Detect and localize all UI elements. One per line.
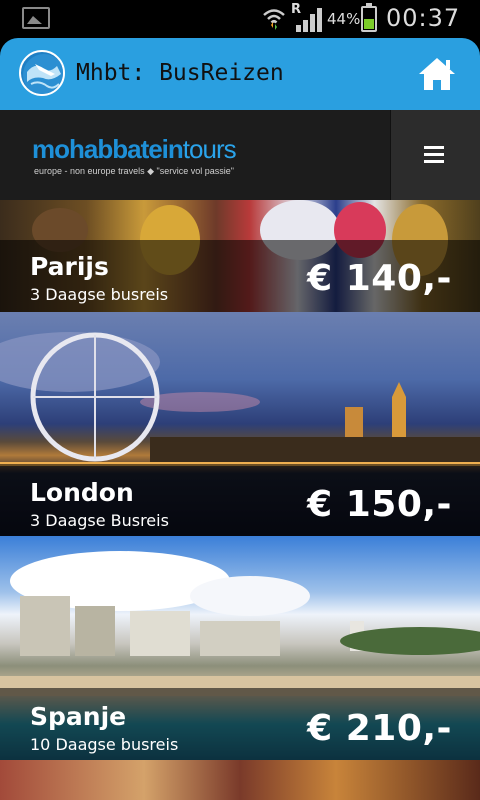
tour-card-parijs[interactable]: Parijs 3 Daagse busreis € 140,-	[0, 200, 480, 312]
action-bar: Mhbt: BusReizen	[0, 38, 480, 110]
tour-name: London	[30, 478, 134, 507]
tour-subtitle: 3 Daagse Busreis	[30, 511, 169, 530]
brand-logo[interactable]: mohabbateintours	[32, 134, 237, 165]
hamburger-menu-icon[interactable]	[390, 110, 480, 200]
battery-icon	[361, 3, 377, 32]
tour-card-spanje[interactable]: Spanje 10 Daagse busreis € 210,-	[0, 536, 480, 760]
status-bar: R 44% 00:37	[0, 0, 480, 38]
clock: 00:37	[386, 4, 461, 32]
app-globe-logo-icon[interactable]	[19, 50, 65, 96]
battery-percent: 44%	[327, 10, 361, 28]
brand-tagline: europe - non europe travels ◆ "service v…	[34, 166, 234, 176]
tour-name: Spanje	[30, 702, 127, 731]
tour-price: € 210,-	[307, 708, 452, 749]
home-icon[interactable]	[415, 52, 459, 96]
brand-header: mohabbateintours europe - non europe tra…	[0, 110, 480, 200]
app-title: Mhbt: BusReizen	[76, 60, 284, 86]
tour-subtitle: 10 Daagse busreis	[30, 735, 179, 754]
tour-card-london[interactable]: London 3 Daagse Busreis € 150,-	[0, 312, 480, 536]
wifi-icon	[263, 9, 285, 30]
tour-price: € 140,-	[307, 258, 452, 299]
tour-price: € 150,-	[307, 484, 452, 525]
brand-name-bold: mohabbatein	[32, 134, 184, 164]
signal-icon	[296, 8, 322, 32]
gallery-notification-icon	[22, 7, 50, 29]
tour-subtitle: 3 Daagse busreis	[30, 285, 169, 304]
brand-name-light: tours	[182, 134, 237, 164]
tour-card-next[interactable]	[0, 760, 480, 800]
tour-name: Parijs	[30, 252, 109, 281]
